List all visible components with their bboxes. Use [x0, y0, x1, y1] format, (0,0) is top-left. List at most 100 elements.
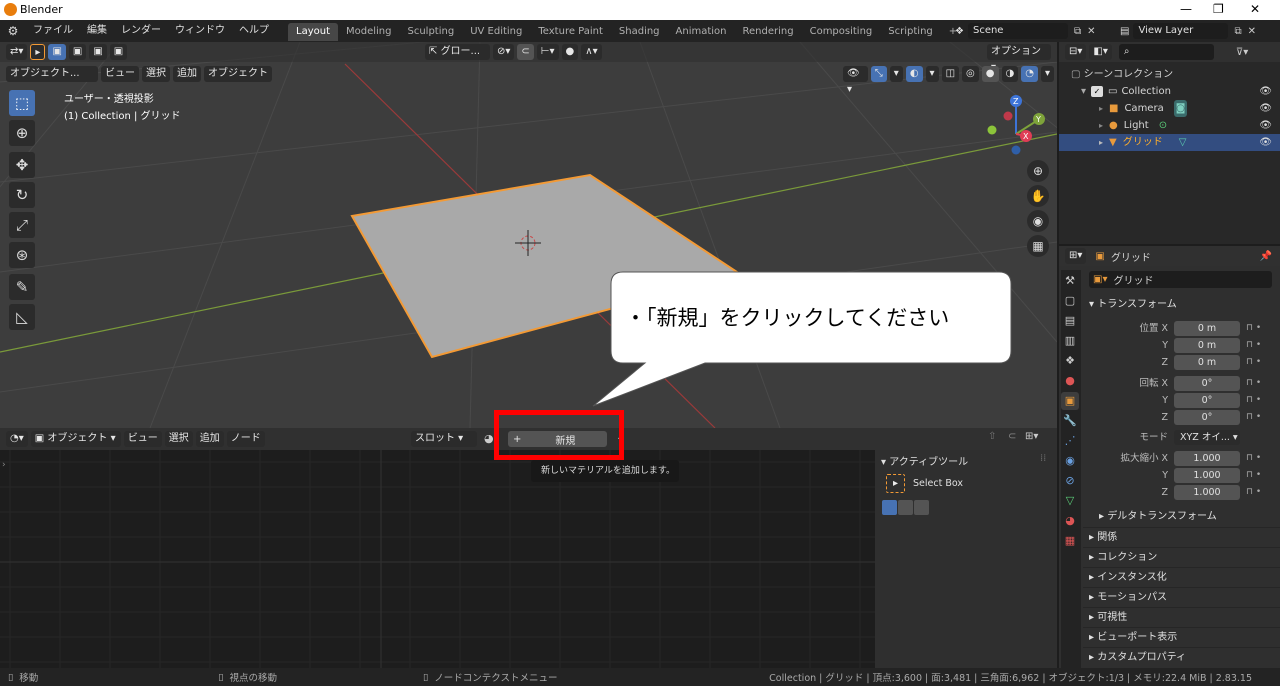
xray-toggle-icon[interactable]: ◫ — [941, 66, 960, 82]
gizmo-toggle-icon[interactable]: ⤡ — [870, 66, 887, 82]
snap-node-dropdown-icon[interactable]: ⊞▾ — [1025, 431, 1038, 442]
scale-x-field[interactable]: 1.000 — [1174, 451, 1240, 466]
light-data-icon[interactable]: ⊙ — [1159, 117, 1167, 134]
pivot-point-icon[interactable]: ⊘▾ — [493, 44, 515, 60]
view-layer-field[interactable]: View Layer — [1133, 23, 1229, 39]
sidebar-toggle-icon[interactable]: › — [2, 460, 6, 470]
select-mode-new-icon[interactable]: ▣ — [48, 44, 66, 60]
viewport-menu-object[interactable]: オブジェクト — [204, 66, 272, 82]
shading-rendered-icon[interactable]: ◔ — [1021, 66, 1038, 82]
rotation-mode-dropdown[interactable]: XYZ オイ... ▾ — [1174, 430, 1240, 445]
rotation-x-field[interactable]: 0° — [1174, 376, 1240, 391]
overlay-dropdown-icon[interactable]: ▾ — [925, 66, 939, 82]
panel-visibility[interactable]: ▸ 可視性 — [1083, 607, 1280, 627]
scale-y-field[interactable]: 1.000 — [1174, 468, 1240, 483]
select-box-icon[interactable]: ▸ — [886, 474, 905, 493]
shader-node-editor[interactable]: › — [0, 428, 875, 668]
outliner-editor-type-icon[interactable]: ⊟▾ — [1065, 44, 1087, 60]
shading-solid-icon[interactable]: ● — [981, 66, 999, 82]
camera-view-icon[interactable]: ◉ — [1027, 210, 1049, 232]
tab-scripting[interactable]: Scripting — [880, 23, 940, 41]
render-tab-icon[interactable]: ▢ — [1061, 292, 1079, 310]
view-layer-copy-icon[interactable]: ⧉ — [1234, 26, 1241, 37]
viewport-menu-add[interactable]: 追加 — [173, 66, 201, 82]
lock-icon[interactable]: ⊓ • — [1246, 354, 1261, 371]
scale-tool-icon[interactable]: ⤢ — [9, 212, 35, 238]
panel-grip-icon[interactable]: ⁞⁞ — [1040, 453, 1046, 464]
scene-remove-icon[interactable]: ✕ — [1087, 26, 1095, 37]
tab-rendering[interactable]: Rendering — [735, 23, 802, 41]
tweak-tool-icon[interactable]: ▸ — [30, 44, 46, 60]
active-tool-header[interactable]: ▾ アクティブツール — [881, 453, 968, 468]
tab-modeling[interactable]: Modeling — [338, 23, 400, 41]
location-x-field[interactable]: 0 m — [1174, 321, 1240, 336]
transform-tool-icon[interactable]: ⊛ — [9, 242, 35, 268]
select-mode-invert-icon[interactable]: ▣ — [109, 44, 128, 60]
object-mode-dropdown[interactable]: オブジェクト... — [6, 66, 98, 82]
select-box-tool-icon[interactable]: ⬚ — [9, 90, 35, 116]
lock-icon[interactable]: ⊓ • — [1246, 467, 1261, 484]
proportional-falloff-icon[interactable]: ∧▾ — [581, 44, 602, 60]
tab-sculpting[interactable]: Sculpting — [400, 23, 463, 41]
tab-compositing[interactable]: Compositing — [802, 23, 881, 41]
scale-z-field[interactable]: 1.000 — [1174, 485, 1240, 500]
outliner-item-light[interactable]: ▸ ● Light ⊙ 👁 — [1059, 117, 1280, 134]
outliner-root-row[interactable]: ▢ シーンコレクション — [1059, 66, 1280, 83]
options-dropdown[interactable]: オプション ▾ — [987, 44, 1051, 73]
cursor-tool-icon[interactable]: ⊕ — [9, 120, 35, 146]
lock-icon[interactable]: ⊓ • — [1246, 409, 1261, 426]
lock-icon[interactable]: ⊓ • — [1246, 450, 1261, 467]
navigation-gizmo[interactable]: Z Y X — [980, 92, 1050, 162]
transform-panel-header[interactable]: ▾ トランスフォーム — [1089, 295, 1177, 315]
snap-node-icon[interactable]: ⊂ — [1008, 431, 1016, 442]
select-mode-extend-icon[interactable]: ▣ — [68, 44, 87, 60]
camera-data-icon[interactable]: ◙ — [1173, 100, 1188, 117]
node-menu-select[interactable]: 選択 — [164, 431, 193, 447]
viewport-menu-select[interactable]: 選択 — [142, 66, 170, 82]
menu-window[interactable]: ウィンドウ — [168, 20, 232, 42]
grid-eye-icon[interactable]: 👁 — [1259, 134, 1272, 151]
outliner-display-mode-icon[interactable]: ◧▾ — [1089, 44, 1112, 60]
view-layer-remove-icon[interactable]: ✕ — [1248, 26, 1256, 37]
pin-properties-icon[interactable]: 📌 — [1260, 251, 1272, 262]
overlay-toggle-icon[interactable]: ◐ — [905, 66, 923, 82]
node-menu-view[interactable]: ビュー — [123, 431, 162, 447]
panel-motion-paths[interactable]: ▸ モーションパス — [1083, 587, 1280, 607]
lock-icon[interactable]: ⊓ • — [1246, 375, 1261, 392]
transform-orientation-dropdown[interactable]: ⇱ グロー... — [425, 44, 490, 60]
menu-file[interactable]: ファイル — [26, 20, 80, 42]
material-tab-icon[interactable]: ◕ — [1061, 512, 1079, 530]
editor-type-icon[interactable]: ⇄▾ — [6, 44, 28, 60]
node-select-new-icon[interactable] — [882, 500, 897, 515]
node-select-extend-icon[interactable] — [898, 500, 913, 515]
rotate-tool-icon[interactable]: ↻ — [9, 182, 35, 208]
lock-icon[interactable]: ⊓ • — [1246, 392, 1261, 409]
move-tool-icon[interactable]: ✥ — [9, 152, 35, 178]
tab-layout[interactable]: Layout — [288, 23, 338, 41]
tab-texture-paint[interactable]: Texture Paint — [530, 23, 611, 41]
close-icon[interactable]: ✕ — [1250, 2, 1260, 16]
node-menu-node[interactable]: ノード — [226, 431, 265, 447]
collection-checkbox[interactable]: ✓ — [1091, 86, 1103, 97]
location-y-field[interactable]: 0 m — [1174, 338, 1240, 353]
zoom-icon[interactable]: ⊕ — [1027, 160, 1049, 182]
panel-collections[interactable]: ▸ コレクション — [1083, 547, 1280, 567]
collection-eye-icon[interactable]: 👁 — [1259, 83, 1272, 100]
proportional-edit-icon[interactable]: ● — [561, 44, 579, 60]
pan-hand-icon[interactable]: ✋ — [1027, 185, 1049, 207]
measure-tool-icon[interactable]: ◺ — [9, 304, 35, 330]
material-browse-icon[interactable]: ◕ — [484, 432, 494, 445]
scene-copy-icon[interactable]: ⧉ — [1074, 26, 1081, 37]
camera-eye-icon[interactable]: 👁 — [1259, 100, 1272, 117]
panel-custom-properties[interactable]: ▸ カスタムプロパティ — [1083, 647, 1280, 667]
mesh-data-icon[interactable]: ▽ — [1179, 134, 1187, 151]
node-select-subtract-icon[interactable] — [914, 500, 929, 515]
outliner-search-input[interactable]: ⌕ — [1118, 44, 1214, 60]
snap-target-icon[interactable]: ⊢▾ — [536, 44, 559, 60]
tab-uv-editing[interactable]: UV Editing — [462, 23, 530, 41]
rotation-y-field[interactable]: 0° — [1174, 393, 1240, 408]
snap-toggle-icon[interactable]: ⊂ — [517, 44, 534, 60]
select-mode-subtract-icon[interactable]: ▣ — [89, 44, 107, 60]
light-eye-icon[interactable]: 👁 — [1259, 117, 1272, 134]
tab-animation[interactable]: Animation — [668, 23, 735, 41]
